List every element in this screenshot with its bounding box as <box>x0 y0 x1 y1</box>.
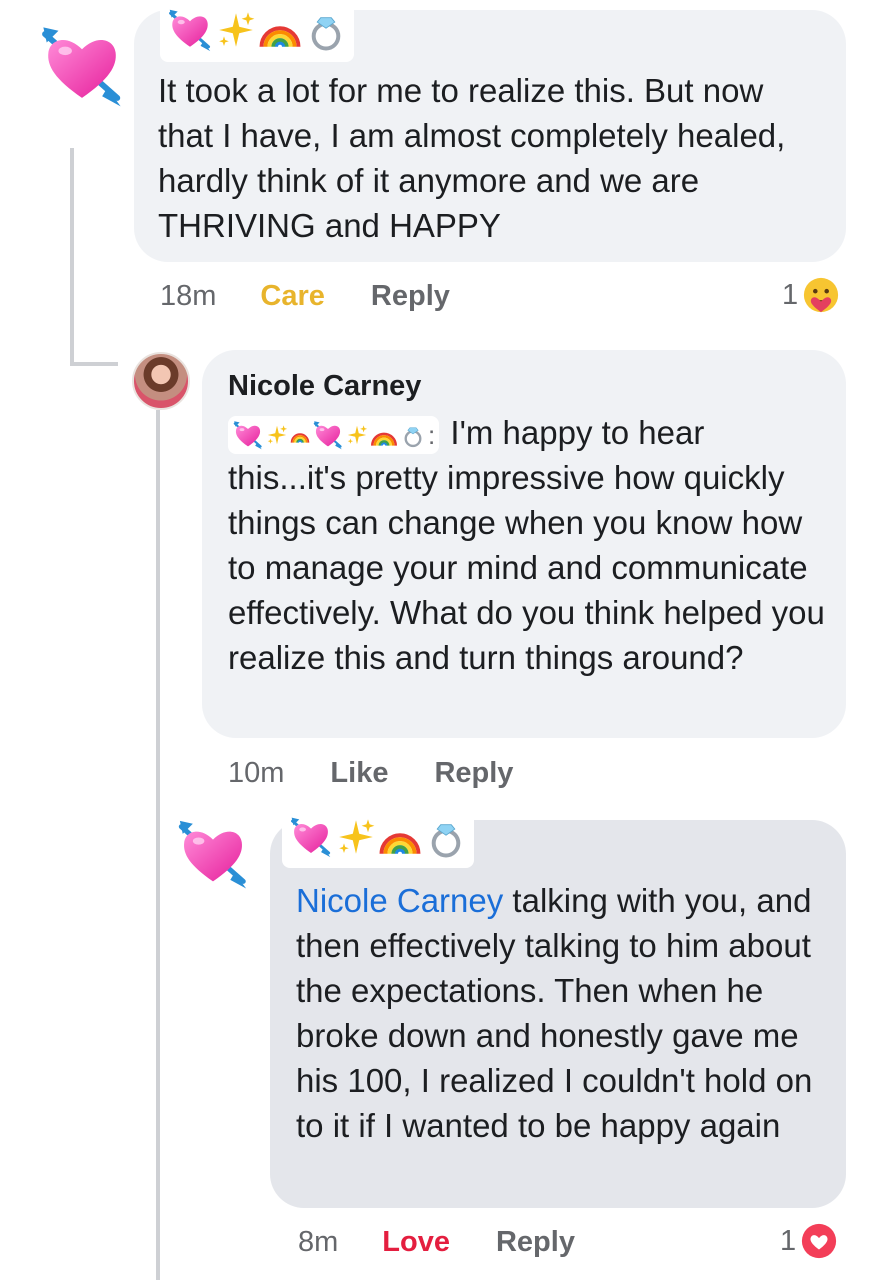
comment-body: talking with you, and then effectively t… <box>296 882 813 1144</box>
rainbow-icon <box>378 815 422 859</box>
sparkles-icon <box>346 423 368 447</box>
tag-separator: : <box>428 419 436 450</box>
reaction-summary[interactable]: 1 <box>780 1220 838 1262</box>
care-reaction-button[interactable]: Care <box>260 280 325 313</box>
like-button[interactable]: Like <box>330 757 388 790</box>
rainbow-icon <box>290 423 310 447</box>
love-reaction-button[interactable]: Love <box>382 1226 450 1259</box>
reply-button[interactable]: Reply <box>434 757 513 790</box>
comment-bubble[interactable]: It took a lot for me to realize this. Bu… <box>134 0 846 262</box>
comment-timestamp[interactable]: 10m <box>228 757 284 790</box>
ring-icon <box>400 420 426 450</box>
comment-meta: 8m Love Reply <box>298 1222 575 1262</box>
thread-line-main <box>70 148 74 366</box>
reaction-count: 1 <box>780 1224 797 1257</box>
sparkles-icon <box>336 817 376 857</box>
heart-with-arrow-icon <box>172 818 254 890</box>
heart-with-arrow-icon <box>232 420 264 450</box>
heart-with-arrow-icon <box>288 816 334 858</box>
comment-timestamp[interactable]: 8m <box>298 1226 338 1259</box>
mention-link[interactable]: Nicole Carney <box>296 882 503 919</box>
thread-line-reply <box>156 410 160 1280</box>
comment-bubble[interactable]: Nicole Carney talking with you, and then… <box>270 806 846 1208</box>
tagged-user-emojis[interactable]: : <box>228 416 440 455</box>
comment-text: It took a lot for me to realize this. Bu… <box>158 72 786 244</box>
heart-with-arrow-icon <box>312 420 344 450</box>
sparkles-icon <box>216 10 256 50</box>
commenter-avatar[interactable] <box>172 818 254 890</box>
comment-timestamp[interactable]: 18m <box>160 280 216 313</box>
rainbow-icon <box>370 421 398 449</box>
commenter-avatar[interactable] <box>34 24 130 108</box>
comment-meta: 18m Care Reply <box>160 276 450 316</box>
commenter-name[interactable]: Nicole Carney <box>228 370 421 403</box>
heart-with-arrow-icon <box>166 8 214 52</box>
comment-meta: 10m Like Reply <box>228 753 513 793</box>
commenter-name-emojis[interactable] <box>160 0 354 62</box>
reaction-count: 1 <box>782 278 799 311</box>
comment-bubble[interactable]: Nicole Carney : I'm happy to hear this..… <box>202 350 846 738</box>
commenter-avatar[interactable] <box>132 352 190 410</box>
reaction-summary[interactable]: 1 <box>782 274 840 316</box>
commenter-name-emojis[interactable] <box>282 806 474 868</box>
comment-text: Nicole Carney talking with you, and then… <box>296 878 826 1148</box>
heart-with-arrow-icon <box>34 24 130 108</box>
thread-line-elbow <box>70 362 118 366</box>
comment-text: : I'm happy to hear this...it's pretty i… <box>228 410 828 680</box>
reply-button[interactable]: Reply <box>496 1226 575 1259</box>
ring-icon <box>304 6 348 54</box>
reply-button[interactable]: Reply <box>371 280 450 313</box>
sparkles-icon <box>266 423 288 447</box>
rainbow-icon <box>258 8 302 52</box>
ring-icon <box>424 813 468 861</box>
love-heart-icon <box>802 1223 837 1259</box>
care-emoji-icon <box>804 277 839 313</box>
